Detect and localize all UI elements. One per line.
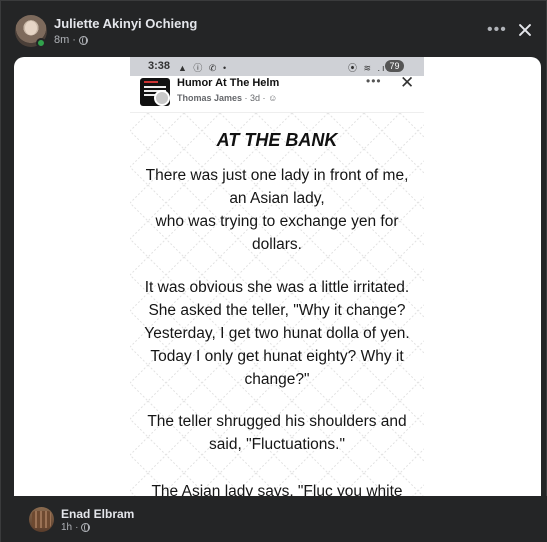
phone-more-icon: ••• xyxy=(366,74,382,88)
author-name[interactable]: Juliette Akinyi Ochieng xyxy=(54,16,197,31)
joke-line: said, "Fluctuations." xyxy=(209,436,345,453)
poster-time: · 3d · xyxy=(244,93,266,103)
status-notification-icons: ▲ ⓘ ✆ • xyxy=(178,63,229,73)
poster-name: Thomas James xyxy=(177,93,243,103)
post-time[interactable]: 8m xyxy=(54,34,69,46)
post-image[interactable]: 3:38 ▲ ⓘ ✆ • ⦿ ≋ .ıl 79 Humor At The Hel… xyxy=(14,57,541,497)
joke-title: AT THE BANK xyxy=(216,130,338,150)
poster-avatar xyxy=(154,90,170,106)
joke-paragraph-4: The Asian lady says, "Fluc you white xyxy=(130,480,424,497)
joke-line: dollars. xyxy=(252,236,302,253)
joke-line: who was trying to exchange yen for xyxy=(155,213,399,230)
joke-paragraph-2: It was obvious she was a little irritate… xyxy=(130,276,424,391)
joke-line: Yesterday, I get two hunat dolla of yen. xyxy=(144,325,410,342)
joke-line: There was just one lady in front of me, xyxy=(145,167,409,184)
comment-preview: Enad Elbram 1h · xyxy=(1,496,547,542)
more-options-button[interactable]: ••• xyxy=(487,20,506,40)
battery-icon: 79 xyxy=(385,60,404,72)
comment-time[interactable]: 1h xyxy=(61,522,72,533)
group-name: Humor At The Helm xyxy=(177,77,280,89)
post-viewer: Juliette Akinyi Ochieng 8m · ••• 3:38 ▲ … xyxy=(0,0,547,542)
joke-line: She asked the teller, "Why it change? xyxy=(148,302,406,319)
joke-line: Today I only get hunat eighty? Why it xyxy=(150,348,404,365)
globe-icon xyxy=(78,35,88,45)
commenter-name[interactable]: Enad Elbram xyxy=(61,507,134,521)
joke-line: It was obvious she was a little irritate… xyxy=(144,279,410,296)
comment-meta: 1h · xyxy=(61,522,91,533)
joke-paragraph-3: The teller shrugged his shoulders and sa… xyxy=(130,410,424,456)
meta-separator: · xyxy=(72,34,76,46)
post-meta: 8m · xyxy=(54,34,88,46)
phone-close-icon: ✕ xyxy=(400,73,415,92)
shared-post-header: Humor At The Helm Thomas James · 3d · ☺ … xyxy=(130,73,424,113)
joke-paragraph-1: There was just one lady in front of me, … xyxy=(130,164,424,256)
meta-separator: · xyxy=(75,522,79,533)
joke-line: change?" xyxy=(244,371,310,388)
globe-icon xyxy=(81,523,91,532)
poster-line: Thomas James · 3d · ☺ xyxy=(177,93,277,103)
close-icon[interactable] xyxy=(516,20,534,40)
joke-line: The teller shrugged his shoulders and xyxy=(147,413,407,430)
screenshot-image: 3:38 ▲ ⓘ ✆ • ⦿ ≋ .ıl 79 Humor At The Hel… xyxy=(130,57,424,497)
joke-line: The Asian lady says, "Fluc you white xyxy=(151,483,403,497)
group-members-icon: ☺ xyxy=(268,93,278,103)
post-header: Juliette Akinyi Ochieng 8m · ••• xyxy=(1,1,547,57)
joke-line: an Asian lady, xyxy=(229,190,325,207)
status-time: 3:38 xyxy=(148,60,171,72)
online-status-icon xyxy=(36,38,46,48)
commenter-avatar[interactable] xyxy=(29,507,54,532)
status-signal-icons: ⦿ ≋ .ıl xyxy=(348,63,391,73)
